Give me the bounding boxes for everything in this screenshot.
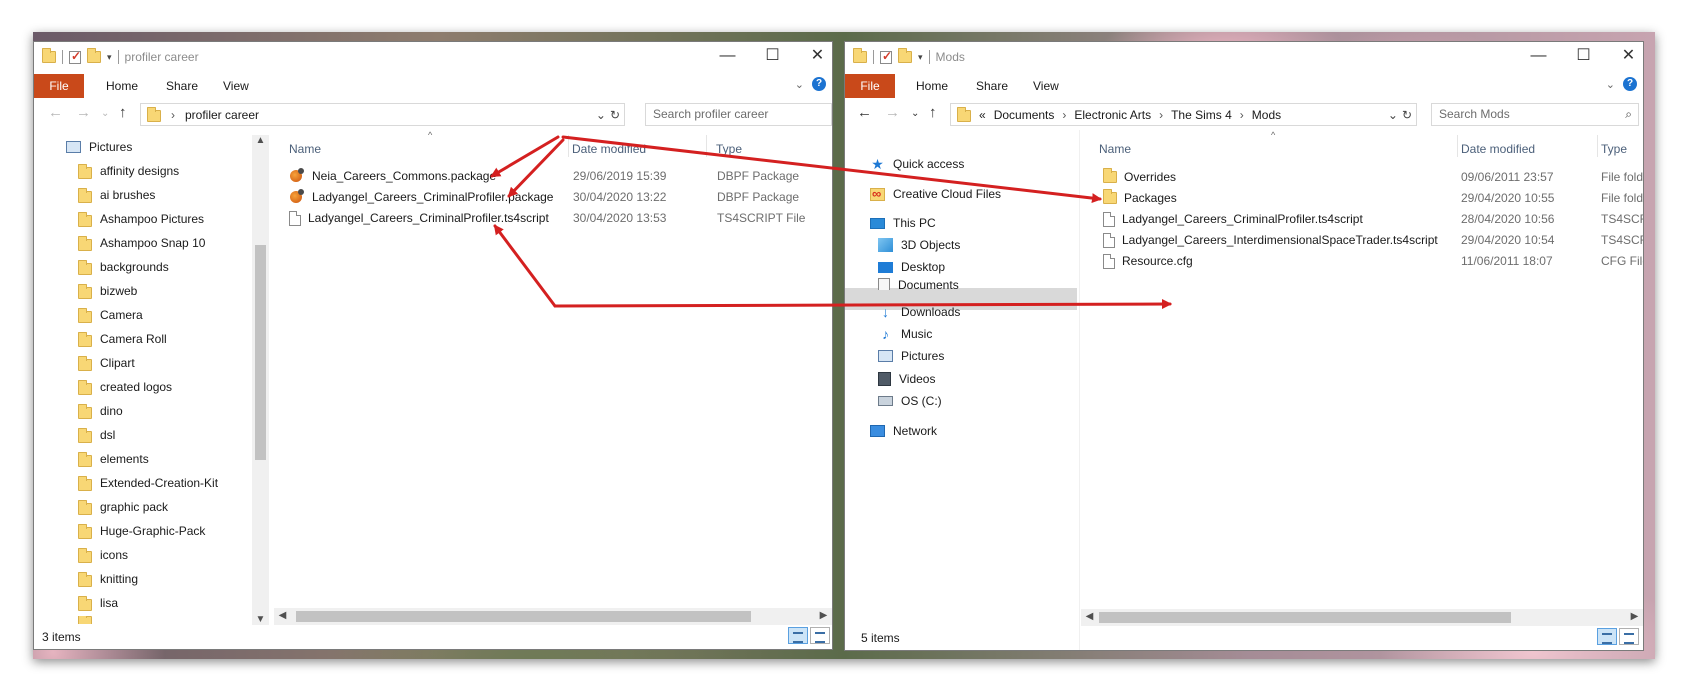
annotation-arrow <box>553 299 1172 310</box>
annotation-arrows <box>490 135 1172 310</box>
annotation-arrow <box>561 135 1102 204</box>
screenshot-stage: ▾ profiler career — ☐ ✕ File Home Share … <box>0 0 1688 689</box>
annotation-arrow <box>493 224 557 308</box>
